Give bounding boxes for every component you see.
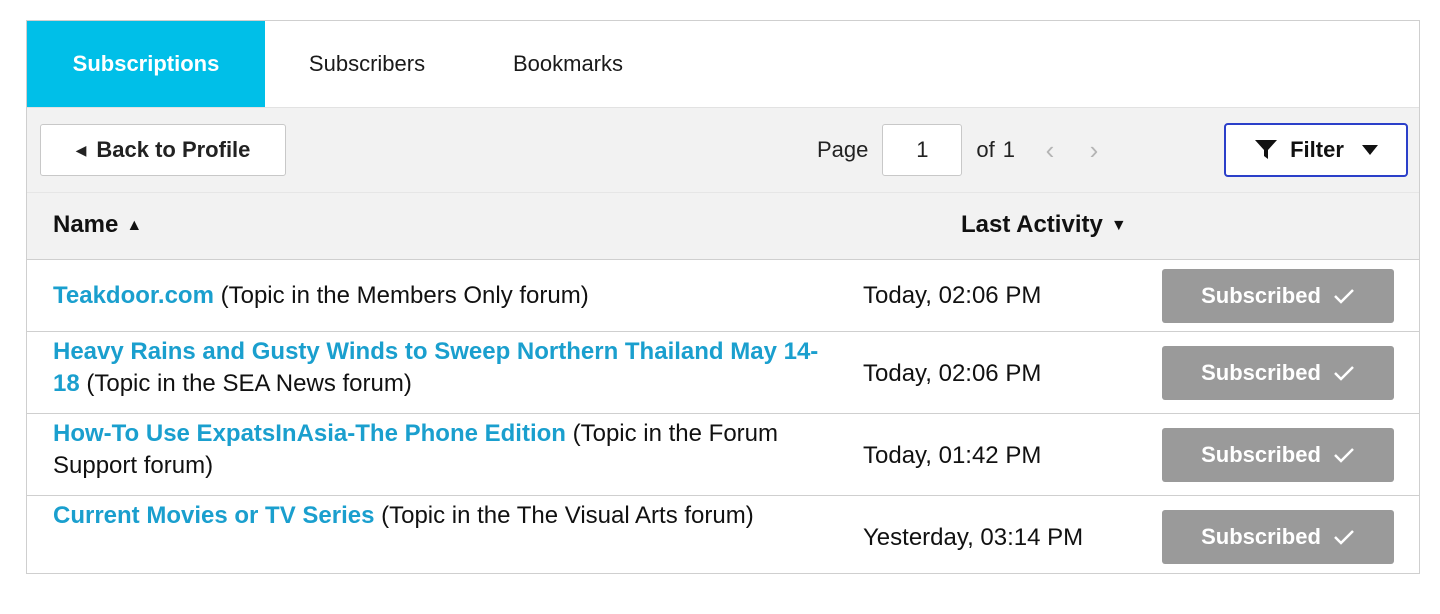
subscribed-label: Subscribed [1201, 360, 1321, 385]
of-label: of [976, 137, 995, 162]
subscribed-button[interactable]: Subscribed [1162, 510, 1394, 564]
topic-context: (Topic in the SEA News forum) [79, 370, 412, 397]
subscribed-button[interactable]: Subscribed [1162, 269, 1394, 323]
back-to-profile-label: Back to Profile [96, 137, 251, 162]
tab-subscribers[interactable]: Subscribers [265, 21, 469, 107]
funnel-icon [1254, 139, 1278, 161]
tab-bar: Subscriptions Subscribers Bookmarks [27, 21, 1419, 107]
last-activity-time: Yesterday, 03:14 PM [863, 524, 1084, 551]
prev-page-icon[interactable]: ‹ [1041, 135, 1059, 166]
caret-left-icon: ◀ [75, 141, 87, 158]
row-title: Current Movies or TV Series (Topic in th… [53, 500, 833, 532]
filter-label: Filter [1290, 137, 1344, 162]
row-title: Heavy Rains and Gusty Winds to Sweep Nor… [53, 336, 833, 400]
last-activity-time: Today, 02:06 PM [863, 282, 1042, 309]
topic-link[interactable]: Current Movies or TV Series [53, 502, 374, 529]
name-header-label: Name [53, 211, 119, 238]
row-title: How-To Use ExpatsInAsia-The Phone Editio… [53, 418, 833, 482]
table-row: Current Movies or TV Series (Topic in th… [27, 495, 1419, 575]
table-row: Heavy Rains and Gusty Winds to Sweep Nor… [27, 331, 1419, 413]
pagination: Page of 1 ‹ › [817, 124, 1103, 176]
topic-link[interactable]: How-To Use ExpatsInAsia-The Phone Editio… [53, 420, 566, 447]
subscribed-label: Subscribed [1201, 524, 1321, 549]
page-number-input[interactable] [882, 124, 963, 176]
tab-bookmarks[interactable]: Bookmarks [469, 21, 667, 107]
tab-subscriptions[interactable]: Subscriptions [27, 21, 265, 107]
name-column-header[interactable]: Name ▲ [53, 211, 142, 239]
table-header: Name ▲ Last Activity ▼ [27, 192, 1419, 259]
last-activity-time: Today, 01:42 PM [863, 442, 1042, 469]
total-pages: 1 [1002, 137, 1015, 162]
topic-link[interactable]: Teakdoor.com [53, 282, 214, 309]
filter-button[interactable]: Filter [1224, 123, 1408, 177]
subscribed-button[interactable]: Subscribed [1162, 428, 1394, 482]
next-page-icon[interactable]: › [1085, 135, 1103, 166]
last-activity-header-label: Last Activity [961, 211, 1103, 238]
toolbar: ◀ Back to Profile Page of 1 ‹ › Filter [27, 107, 1419, 192]
sort-desc-icon: ▼ [1110, 217, 1127, 234]
sort-asc-icon: ▲ [126, 217, 143, 234]
check-icon [1333, 529, 1355, 545]
back-to-profile-button[interactable]: ◀ Back to Profile [40, 124, 286, 176]
table-row: How-To Use ExpatsInAsia-The Phone Editio… [27, 413, 1419, 495]
subscribed-label: Subscribed [1201, 442, 1321, 467]
check-icon [1333, 447, 1355, 463]
last-activity-time: Today, 02:06 PM [863, 360, 1042, 387]
topic-context: (Topic in the Members Only forum) [213, 282, 589, 309]
topic-context: (Topic in the The Visual Arts forum) [374, 502, 754, 529]
subscribed-label: Subscribed [1201, 283, 1321, 308]
row-title: Teakdoor.com (Topic in the Members Only … [53, 280, 833, 312]
check-icon [1333, 365, 1355, 381]
last-activity-column-header[interactable]: Last Activity ▼ [961, 211, 1127, 239]
subscriptions-panel: Subscriptions Subscribers Bookmarks ◀ Ba… [26, 20, 1420, 574]
chevron-down-icon [1361, 145, 1378, 155]
subscribed-button[interactable]: Subscribed [1162, 346, 1394, 400]
page-label: Page [817, 137, 869, 162]
check-icon [1333, 288, 1355, 304]
table-row: Teakdoor.com (Topic in the Members Only … [27, 259, 1419, 331]
